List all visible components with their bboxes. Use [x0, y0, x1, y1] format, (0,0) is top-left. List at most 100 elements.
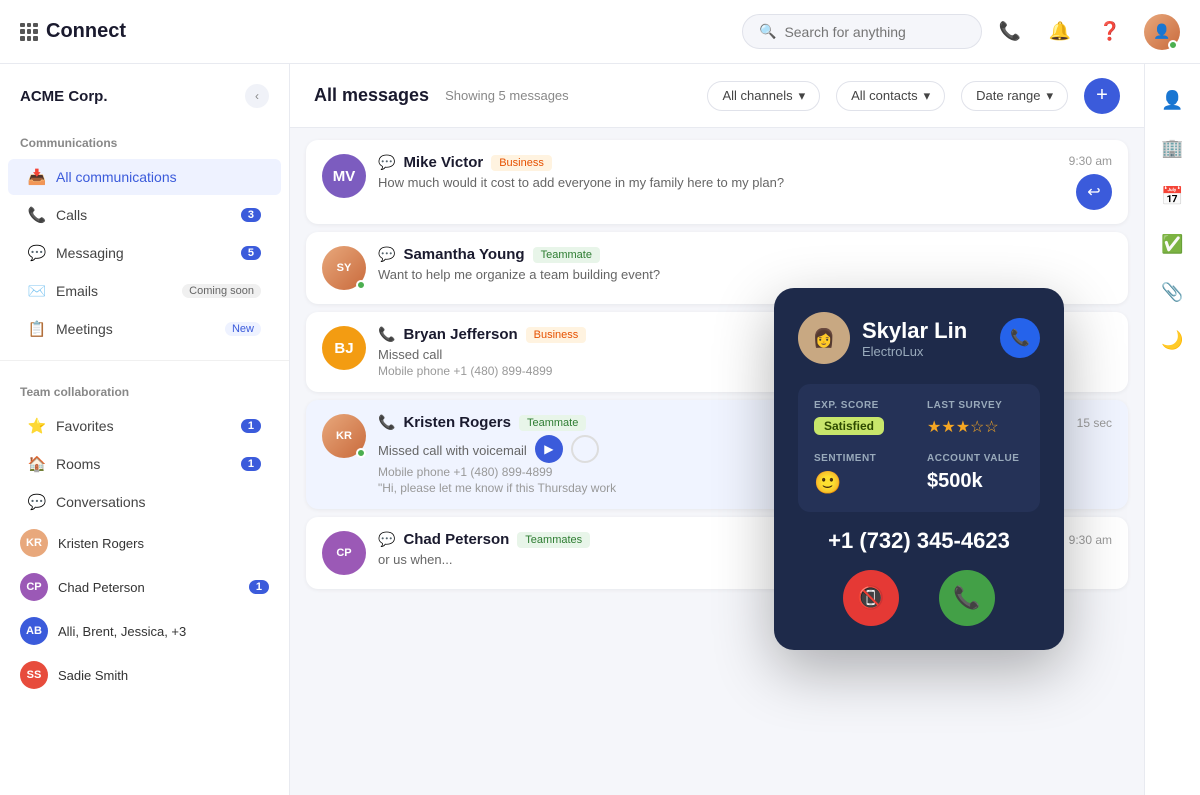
msg-preview-kristen: Missed call with voicemail — [378, 443, 527, 458]
content-area: All messages Showing 5 messages All chan… — [290, 64, 1144, 795]
account-value-metric: ACCOUNT VALUE $500k — [927, 453, 1024, 496]
conv-name-kristen: Kristen Rogers — [58, 536, 269, 551]
play-button[interactable]: ▶ — [535, 435, 563, 463]
popup-avatar: 👩 — [798, 312, 850, 364]
exp-score-metric: EXP. SCORE Satisfied — [814, 400, 911, 437]
conv-badge-chad: 1 — [249, 580, 269, 594]
conv-avatar-group: AB — [20, 617, 48, 645]
search-bar[interactable]: 🔍 — [742, 14, 982, 49]
conv-avatar-sadie: SS — [20, 661, 48, 689]
chevron-down-icon-3: ▾ — [1046, 88, 1053, 104]
conv-item-sadie[interactable]: SS Sadie Smith — [0, 653, 289, 697]
conv-name-group: Alli, Brent, Jessica, +3 — [58, 624, 269, 639]
messages-header: All messages Showing 5 messages All chan… — [290, 64, 1144, 128]
rs-calendar-icon[interactable]: 📅 — [1153, 176, 1193, 216]
conv-avatar-chad: CP — [20, 573, 48, 601]
conv-name-chad: Chad Peterson — [58, 580, 239, 595]
exp-score-value: Satisfied — [814, 417, 884, 435]
sidebar-item-all-communications[interactable]: 📥 All communications — [8, 159, 281, 195]
rooms-label: Rooms — [56, 456, 231, 472]
exp-score-label: EXP. SCORE — [814, 400, 911, 411]
call-accept-button[interactable]: 📞 — [939, 570, 995, 626]
chevron-down-icon: ▾ — [799, 88, 806, 104]
rs-moon-icon[interactable]: 🌙 — [1153, 320, 1193, 360]
left-sidebar: ACME Corp. ‹ Communications 📥 All commun… — [0, 64, 290, 795]
conv-name-sadie: Sadie Smith — [58, 668, 269, 683]
conv-item-chad[interactable]: CP Chad Peterson 1 — [0, 565, 289, 609]
avatar-online-dot — [1168, 40, 1178, 50]
msg-name-mike: Mike Victor — [403, 154, 483, 171]
filter-all-contacts[interactable]: All contacts ▾ — [836, 81, 945, 111]
sidebar-item-messaging[interactable]: 💬 Messaging 5 — [8, 235, 281, 271]
rs-checklist-icon[interactable]: ✅ — [1153, 224, 1193, 264]
avatar-container-samantha: SY — [322, 246, 366, 290]
sidebar-item-favorites[interactable]: ⭐ Favorites 1 — [8, 408, 281, 444]
avatar-container-kristen: KR — [322, 414, 366, 458]
app-logo: Connect — [20, 20, 126, 43]
channel-icon-chad: 💬 — [378, 531, 395, 548]
meetings-label: Meetings — [56, 321, 215, 337]
call-popup: 👩 Skylar Lin ElectroLux 📞 EXP. SCORE Sat… — [774, 288, 1064, 650]
calls-label: Calls — [56, 207, 231, 223]
calls-icon: 📞 — [28, 206, 46, 224]
last-survey-label: LAST SURVEY — [927, 400, 1024, 411]
star-rating: ★★★☆☆ — [927, 417, 1024, 437]
msg-time-kristen: 15 sec — [1077, 416, 1112, 430]
popup-contact-info: Skylar Lin ElectroLux — [862, 318, 967, 359]
msg-preview-samantha: Want to help me organize a team building… — [378, 267, 1112, 282]
rs-person-icon[interactable]: 👤 — [1153, 80, 1193, 120]
popup-call-icon[interactable]: 📞 — [1000, 318, 1040, 358]
rs-clip-icon[interactable]: 📎 — [1153, 272, 1193, 312]
date-range-label: Date range — [976, 88, 1040, 103]
bell-icon[interactable]: 🔔 — [1044, 16, 1076, 48]
messaging-icon: 💬 — [28, 244, 46, 262]
rooms-icon: 🏠 — [28, 455, 46, 473]
filter-all-channels[interactable]: All channels ▾ — [707, 81, 820, 111]
conv-item-kristen[interactable]: KR Kristen Rogers — [0, 521, 289, 565]
collapse-button[interactable]: ‹ — [245, 84, 269, 108]
msg-preview-mike: How much would it cost to add everyone i… — [378, 175, 1057, 190]
msg-tag-kristen: Teammate — [519, 415, 586, 431]
conv-avatar-kristen: KR — [20, 529, 48, 557]
favorites-icon: ⭐ — [28, 417, 46, 435]
main-layout: ACME Corp. ‹ Communications 📥 All commun… — [0, 64, 1200, 795]
online-dot-samantha — [356, 280, 366, 290]
conv-item-group[interactable]: AB Alli, Brent, Jessica, +3 — [0, 609, 289, 653]
sidebar-item-rooms[interactable]: 🏠 Rooms 1 — [8, 446, 281, 482]
reply-button-mike[interactable]: ↩ — [1076, 174, 1112, 210]
sidebar-item-conversations[interactable]: 💬 Conversations — [8, 484, 281, 520]
search-input[interactable] — [784, 24, 965, 40]
popup-call-actions: 📵 📞 — [798, 570, 1040, 626]
message-card-mike-victor[interactable]: MV 💬 Mike Victor Business How much would… — [306, 140, 1128, 224]
sidebar-item-meetings[interactable]: 📋 Meetings New — [8, 311, 281, 347]
user-avatar-container: 👤 — [1144, 14, 1180, 50]
msg-body-samantha: 💬 Samantha Young Teammate Want to help m… — [378, 246, 1112, 282]
popup-header: 👩 Skylar Lin ElectroLux 📞 — [798, 312, 1040, 364]
msg-name-bryan: Bryan Jefferson — [403, 326, 517, 343]
channel-icon-kristen: 📞 — [378, 414, 395, 431]
sentiment-label: SENTIMENT — [814, 453, 911, 464]
sidebar-item-emails[interactable]: ✉️ Emails Coming soon — [8, 273, 281, 309]
right-sidebar: 👤 🏢 📅 ✅ 📎 🌙 — [1144, 64, 1200, 795]
all-comm-icon: 📥 — [28, 168, 46, 186]
filter-date-range[interactable]: Date range ▾ — [961, 81, 1068, 111]
emails-icon: ✉️ — [28, 282, 46, 300]
channel-icon-mike: 💬 — [378, 154, 395, 171]
conversations-label: Conversations — [56, 494, 261, 510]
msg-body-mike: 💬 Mike Victor Business How much would it… — [378, 154, 1057, 190]
messages-list: MV 💬 Mike Victor Business How much would… — [290, 128, 1144, 795]
app-name: Connect — [46, 20, 126, 43]
avatar-chad: CP — [322, 531, 366, 575]
help-icon[interactable]: ❓ — [1094, 16, 1126, 48]
phone-icon[interactable]: 📞 — [994, 16, 1026, 48]
call-end-button[interactable]: 📵 — [843, 570, 899, 626]
msg-tag-bryan: Business — [526, 327, 587, 343]
all-contacts-label: All contacts — [851, 88, 917, 103]
rs-building-icon[interactable]: 🏢 — [1153, 128, 1193, 168]
sidebar-item-calls[interactable]: 📞 Calls 3 — [8, 197, 281, 233]
msg-time-mike: 9:30 am — [1069, 154, 1112, 168]
communications-section-title: Communications — [0, 128, 289, 158]
topbar: Connect 🔍 📞 🔔 ❓ 👤 — [0, 0, 1200, 64]
add-button[interactable]: + — [1084, 78, 1120, 114]
popup-metrics: EXP. SCORE Satisfied LAST SURVEY ★★★☆☆ S… — [798, 384, 1040, 512]
